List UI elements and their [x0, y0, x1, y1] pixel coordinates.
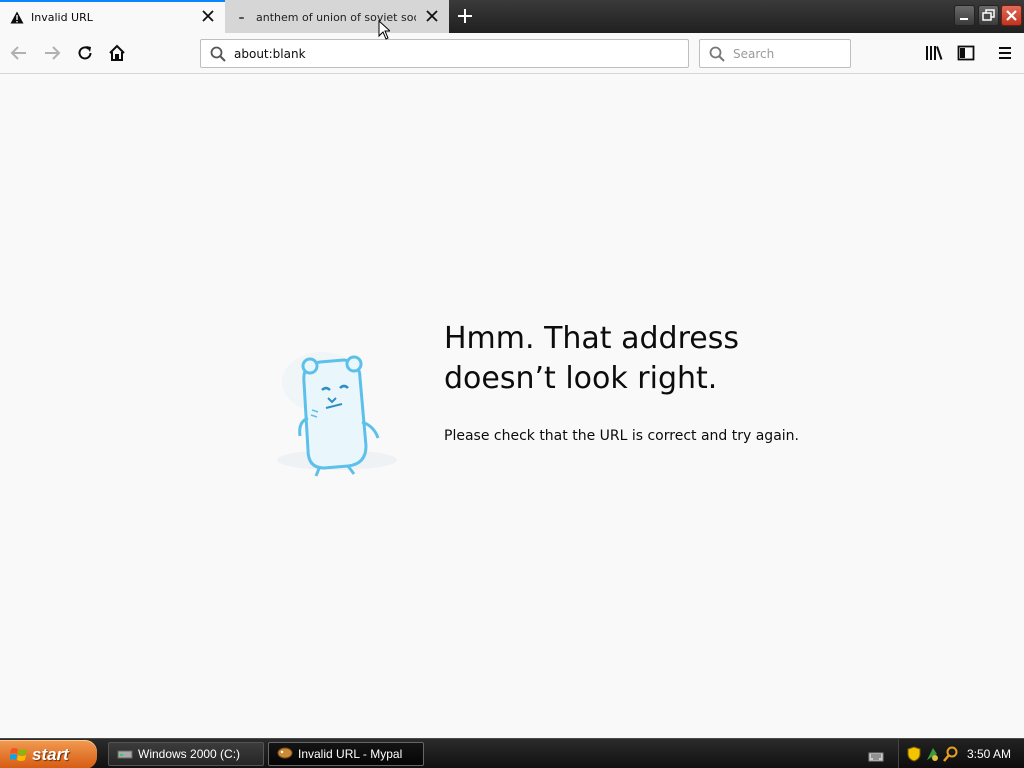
url-bar[interactable]: about:blank	[200, 39, 689, 68]
reload-icon[interactable]	[73, 41, 97, 65]
start-button[interactable]: start	[0, 740, 97, 768]
taskbar-item-windows-2000[interactable]: Windows 2000 (C:)	[108, 742, 264, 766]
minimize-icon[interactable]	[954, 5, 975, 26]
system-tray: 3:50 AM	[898, 739, 1024, 768]
search-placeholder: Search	[733, 46, 775, 61]
tab-title: anthem of union of soviet socialist	[256, 11, 416, 24]
restore-icon[interactable]	[978, 5, 999, 26]
shield-icon[interactable]	[907, 746, 921, 766]
close-icon[interactable]	[425, 10, 439, 24]
taskbar-item-label: Invalid URL - Mypal	[298, 747, 403, 761]
error-page: Hmm. That address doesn’t look right. Pl…	[0, 74, 1024, 738]
warning-icon	[9, 10, 25, 26]
loading-dot-icon	[234, 10, 250, 26]
nav-bar: about:blank Search	[0, 33, 1024, 74]
tab-strip: Invalid URL anthem of union of soviet so…	[0, 0, 1024, 33]
start-label: start	[32, 744, 69, 764]
back-arrow-icon[interactable]	[7, 41, 31, 65]
taskbar: start Windows 2000 (C:) Invalid URL - My…	[0, 738, 1024, 768]
library-icon[interactable]	[922, 41, 946, 65]
search-icon	[210, 46, 226, 62]
close-icon[interactable]	[201, 10, 215, 24]
mypal-icon	[277, 745, 293, 764]
error-title: Hmm. That address doesn’t look right.	[444, 319, 804, 399]
taskbar-item-mypal[interactable]: Invalid URL - Mypal	[268, 742, 424, 766]
tab-anthem[interactable]: anthem of union of soviet socialist	[225, 0, 449, 33]
error-description: Please check that the URL is correct and…	[444, 428, 799, 444]
url-text: about:blank	[234, 46, 306, 61]
plus-icon[interactable]	[452, 4, 478, 28]
tab-title: Invalid URL	[31, 11, 93, 24]
close-icon[interactable]	[1001, 5, 1022, 26]
error-title-line1: Hmm. That address	[444, 321, 739, 356]
forward-arrow-icon[interactable]	[40, 41, 64, 65]
clock: 3:50 AM	[967, 747, 1012, 761]
windows-flag-icon	[10, 747, 28, 763]
confused-mascot-illustration	[262, 342, 412, 492]
search-icon	[709, 46, 725, 62]
hamburger-menu-icon[interactable]	[993, 41, 1017, 65]
network-icon[interactable]	[925, 746, 939, 766]
tab-invalid-url[interactable]: Invalid URL	[0, 0, 225, 33]
mouse-cursor-icon	[378, 19, 392, 44]
search-input[interactable]: Search	[699, 39, 851, 68]
sidebar-icon[interactable]	[954, 41, 978, 65]
taskbar-item-label: Windows 2000 (C:)	[138, 747, 241, 761]
home-icon[interactable]	[105, 41, 129, 65]
search-icon[interactable]	[943, 746, 959, 766]
keyboard-icon[interactable]	[868, 748, 884, 767]
error-title-line2: doesn’t look right.	[444, 361, 718, 396]
drive-icon	[117, 745, 133, 764]
